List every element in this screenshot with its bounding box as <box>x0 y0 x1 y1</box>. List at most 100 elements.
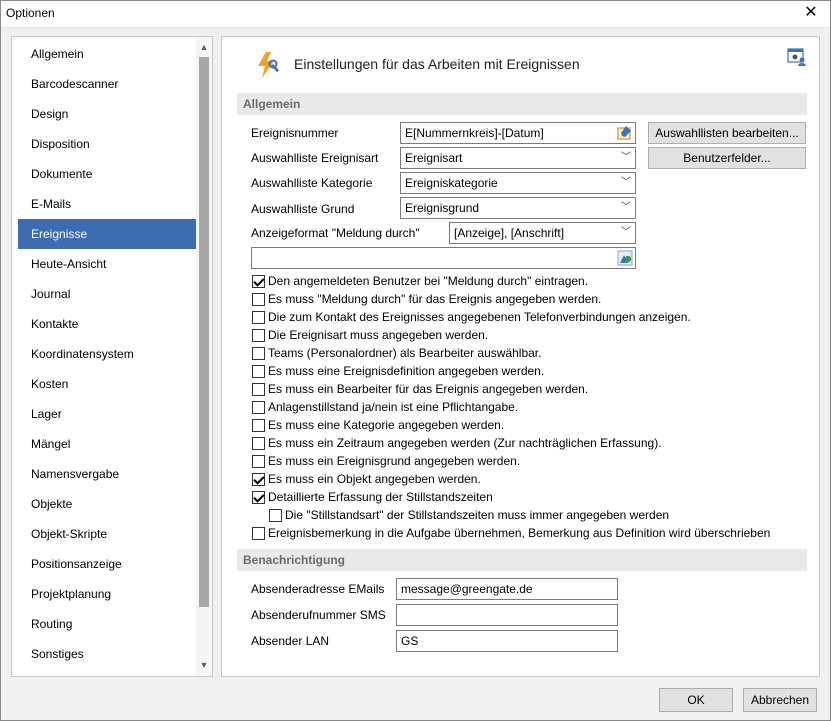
option-checkbox-label: Den angemeldeten Benutzer bei "Meldung d… <box>268 274 589 288</box>
sidebar-item[interactable]: Allgemein <box>18 39 198 69</box>
auswahllisten-bearbeiten-button[interactable]: Auswahllisten bearbeiten... <box>648 122 806 144</box>
cancel-button[interactable]: Abbrechen <box>743 688 817 712</box>
chevron-down-icon: ﹀ <box>621 227 631 238</box>
checkbox-empty-icon[interactable] <box>269 509 282 522</box>
chevron-down-icon: ﹀ <box>621 152 631 163</box>
option-checkbox[interactable]: Ereignisbemerkung in die Aufgabe überneh… <box>252 525 770 541</box>
checkbox-checked-icon[interactable] <box>252 491 265 504</box>
grund-value: Ereignisgrund <box>405 201 480 215</box>
absenderrufnummer-input[interactable] <box>396 604 618 626</box>
sidebar-item[interactable]: Mängel <box>18 429 198 459</box>
grund-select[interactable]: Ereignisgrund ﹀ <box>400 197 636 219</box>
checkbox-empty-icon[interactable] <box>252 293 265 306</box>
checkbox-empty-icon[interactable] <box>252 329 265 342</box>
option-checkbox-label: Ereignisbemerkung in die Aufgabe überneh… <box>268 526 771 540</box>
checkbox-empty-icon[interactable] <box>252 455 265 468</box>
sidebar-item[interactable]: Design <box>18 99 198 129</box>
kategorie-label: Auswahlliste Kategorie <box>251 176 373 190</box>
ereignisart-value: Ereignisart <box>405 151 463 165</box>
absenderadresse-label: Absenderadresse EMails <box>251 582 385 596</box>
sidebar-item[interactable]: Sonstiges <box>18 639 198 669</box>
checkbox-checked-icon[interactable] <box>252 275 265 288</box>
checkbox-empty-icon[interactable] <box>252 383 265 396</box>
ereignisart-label: Auswahlliste Ereignisart <box>251 151 379 165</box>
sidebar-item[interactable]: Koordinatensystem <box>18 339 198 369</box>
sidebar-item[interactable]: Barcodescanner <box>18 69 198 99</box>
checkbox-empty-icon[interactable] <box>252 527 265 540</box>
option-checkbox-label: Es muss eine Ereignisdefinition angegebe… <box>268 364 545 378</box>
ereignisnummer-field[interactable]: E[Nummernkreis]-[Datum] <box>400 122 636 144</box>
option-checkbox[interactable]: Den angemeldeten Benutzer bei "Meldung d… <box>252 273 588 289</box>
kategorie-select[interactable]: Ereigniskategorie ﹀ <box>400 172 636 194</box>
sidebar-item[interactable]: Objekt-Skripte <box>18 519 198 549</box>
settings-user-icon[interactable] <box>787 47 807 67</box>
sidebar-item[interactable]: Routing <box>18 609 198 639</box>
option-checkbox-label: Es muss eine Kategorie angegeben werden. <box>268 418 505 432</box>
option-checkbox[interactable]: Es muss eine Ereignisdefinition angegebe… <box>252 363 544 379</box>
anzeigeformat-select[interactable]: [Anzeige], [Anschrift] ﹀ <box>449 222 636 244</box>
option-checkbox-label: Die zum Kontakt des Ereignisses angegebe… <box>268 310 691 324</box>
ereignisnummer-value: E[Nummernkreis]-[Datum] <box>405 126 544 140</box>
sidebar-scrollbar[interactable]: ▲ ▼ <box>196 37 212 676</box>
sidebar-item[interactable]: Kosten <box>18 369 198 399</box>
option-checkbox[interactable]: Es muss ein Zeitraum angegeben werden (Z… <box>252 435 662 451</box>
checkbox-empty-icon[interactable] <box>252 365 265 378</box>
sidebar-item[interactable]: Kontakte <box>18 309 198 339</box>
absenderrufnummer-label: Absenderufnummer SMS <box>251 608 386 622</box>
sidebar-item[interactable]: E-Mails <box>18 189 198 219</box>
option-checkbox[interactable]: Es muss ein Objekt angegeben werden. <box>252 471 481 487</box>
benutzerfelder-button[interactable]: Benutzerfelder... <box>648 147 806 169</box>
title-bar: Optionen ✕ <box>0 0 831 28</box>
checkbox-empty-icon[interactable] <box>252 419 265 432</box>
ereignisart-select[interactable]: Ereignisart ﹀ <box>400 147 636 169</box>
sidebar-item[interactable]: Positionsanzeige <box>18 549 198 579</box>
sidebar-item[interactable]: Namensvergabe <box>18 459 198 489</box>
checkbox-empty-icon[interactable] <box>252 437 265 450</box>
option-checkbox[interactable]: Detaillierte Erfassung der Stillstandsze… <box>252 489 493 505</box>
section-allgemein: Allgemein <box>237 93 807 115</box>
sidebar-item[interactable]: Lager <box>18 399 198 429</box>
sidebar-item[interactable]: Journal <box>18 279 198 309</box>
sidebar-item[interactable]: Objekte <box>18 489 198 519</box>
sidebar-item[interactable]: Ereignisse <box>18 219 198 249</box>
checkbox-empty-icon[interactable] <box>252 347 265 360</box>
option-checkbox-label: Die "Stillstandsart" der Stillstandszeit… <box>285 508 670 522</box>
sidebar-item[interactable]: Disposition <box>18 129 198 159</box>
window-title: Optionen <box>6 6 55 20</box>
anzeigeformat-value: [Anzeige], [Anschrift] <box>454 226 565 240</box>
option-checkbox[interactable]: Die zum Kontakt des Ereignisses angegebe… <box>252 309 691 325</box>
close-icon[interactable]: ✕ <box>791 0 831 28</box>
sidebar-item[interactable]: Projektplanung <box>18 579 198 609</box>
checkbox-checked-icon[interactable] <box>252 473 265 486</box>
absenderadresse-input[interactable]: message@greengate.de <box>396 578 618 600</box>
option-checkbox[interactable]: Die Ereignisart muss angegeben werden. <box>252 327 488 343</box>
scroll-thumb[interactable] <box>199 57 209 607</box>
option-checkbox-label: Es muss ein Zeitraum angegeben werden (Z… <box>268 436 662 450</box>
option-checkbox-label: Es muss ein Objekt angegeben werden. <box>268 472 481 486</box>
scroll-down-icon[interactable]: ▼ <box>196 657 212 673</box>
option-checkbox[interactable]: Es muss "Meldung durch" für das Ereignis… <box>252 291 601 307</box>
option-checkbox[interactable]: Es muss ein Bearbeiter für das Ereignis … <box>252 381 588 397</box>
lightning-wrench-icon <box>258 52 279 78</box>
options-sidebar: Allgemein Barcodescanner Design Disposition… <box>11 36 213 677</box>
sidebar-item[interactable]: Dokumente <box>18 159 198 189</box>
anzeigeformat-label: Anzeigeformat "Meldung durch" <box>251 226 420 240</box>
option-checkbox[interactable]: Anlagenstillstand ja/nein ist eine Pflic… <box>252 399 518 415</box>
option-checkbox[interactable]: Teams (Personalordner) als Bearbeiter au… <box>252 345 541 361</box>
checkbox-empty-icon[interactable] <box>252 401 265 414</box>
sidebar-item[interactable]: Heute-Ansicht <box>18 249 198 279</box>
shapes-picker-icon[interactable] <box>617 250 633 266</box>
anzeigeformat-text-field[interactable] <box>251 247 636 269</box>
scroll-up-icon[interactable]: ▲ <box>196 39 212 55</box>
checkbox-empty-icon[interactable] <box>252 311 265 324</box>
chevron-down-icon: ﹀ <box>621 202 631 213</box>
absender-lan-input[interactable]: GS <box>396 630 618 652</box>
ok-button[interactable]: OK <box>659 688 733 712</box>
option-checkbox[interactable]: Es muss eine Kategorie angegeben werden. <box>252 417 504 433</box>
option-checkbox-label: Anlagenstillstand ja/nein ist eine Pflic… <box>268 400 519 414</box>
edit-pattern-icon[interactable] <box>617 125 633 141</box>
option-checkbox[interactable]: Die "Stillstandsart" der Stillstandszeit… <box>269 507 669 523</box>
settings-panel: Einstellungen für das Arbeiten mit Ereig… <box>221 36 820 677</box>
ereignisnummer-label: Ereignisnummer <box>251 126 339 140</box>
option-checkbox[interactable]: Es muss ein Ereignisgrund angegeben werd… <box>252 453 520 469</box>
